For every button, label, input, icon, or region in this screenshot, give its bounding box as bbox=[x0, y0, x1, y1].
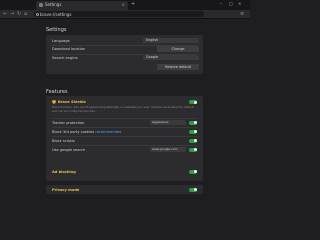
address-bar[interactable]: brave://settings bbox=[34, 11, 204, 17]
tracker-protection-label: Tracker protection bbox=[52, 121, 85, 125]
shield-icon bbox=[52, 100, 56, 104]
toggle-knob bbox=[193, 100, 197, 104]
download-location-label: Download location bbox=[52, 47, 86, 51]
search-engine-label: Search engine bbox=[52, 56, 78, 60]
recommended-badge: recommended bbox=[95, 130, 122, 134]
privacy-mode-card: Privacy mode bbox=[46, 185, 203, 194]
privacy-mode-toggle[interactable] bbox=[189, 187, 197, 192]
settings-tab-icon bbox=[39, 3, 43, 7]
block-cookies-toggle[interactable] bbox=[189, 129, 197, 134]
menu-icon[interactable]: ≡ bbox=[240, 10, 244, 18]
block-scripts-toggle[interactable] bbox=[189, 138, 197, 143]
divider bbox=[52, 145, 197, 146]
search-engine-select[interactable]: Google bbox=[143, 55, 199, 60]
title-bar: Settings × + – □ × bbox=[0, 0, 250, 10]
restore-default-button[interactable]: Restore default bbox=[157, 64, 199, 70]
divider bbox=[52, 136, 197, 137]
reload-button[interactable]: ↻ bbox=[17, 10, 21, 18]
tab-settings[interactable]: Settings × bbox=[36, 1, 128, 10]
tracker-protection-toggle[interactable] bbox=[189, 120, 197, 125]
maximize-button[interactable]: □ bbox=[229, 1, 233, 6]
home-button[interactable]: ⌂ bbox=[24, 10, 27, 18]
brave-shields-toggle[interactable] bbox=[189, 100, 197, 104]
tab-close-icon[interactable]: × bbox=[122, 2, 125, 7]
use-google-search-label: Use google search bbox=[52, 148, 86, 152]
language-select[interactable]: English bbox=[143, 38, 199, 43]
minimize-button[interactable]: – bbox=[220, 1, 222, 6]
change-download-button[interactable]: Change bbox=[157, 46, 199, 52]
block-cookies-text: Block 3rd party cookies bbox=[52, 130, 95, 134]
tracker-protection-select[interactable]: Aggressive bbox=[150, 120, 186, 125]
divider bbox=[52, 118, 197, 119]
new-tab-button[interactable]: + bbox=[131, 1, 135, 7]
divider bbox=[52, 127, 197, 128]
ad-blocking-toggle[interactable] bbox=[189, 169, 197, 174]
general-settings-card: Language English Download location Chang… bbox=[46, 35, 203, 74]
settings-page: Settings Language English Download locat… bbox=[0, 19, 250, 200]
features-heading: Features bbox=[46, 89, 68, 95]
back-button[interactable]: ← bbox=[3, 10, 7, 18]
toggle-knob bbox=[193, 130, 197, 133]
google-search-toggle[interactable] bbox=[189, 147, 197, 152]
block-cookies-label: Block 3rd party cookies recommended bbox=[52, 130, 121, 134]
ad-blocking-card: Ad blocking bbox=[46, 167, 203, 176]
toggle-knob bbox=[193, 148, 197, 151]
privacy-mode-label: Privacy mode bbox=[52, 187, 80, 192]
block-scripts-label: Block scripts bbox=[52, 139, 75, 143]
toggle-knob bbox=[193, 139, 197, 142]
close-window-button[interactable]: × bbox=[238, 1, 241, 6]
tab-label: Settings bbox=[45, 2, 62, 7]
toggle-knob bbox=[193, 170, 197, 173]
google-search-select[interactable]: www.google.com bbox=[150, 147, 186, 152]
brave-shields-description: Block trackers, ads, and fingerprinting … bbox=[52, 105, 194, 113]
ad-blocking-label: Ad blocking bbox=[52, 169, 76, 174]
forward-button[interactable]: → bbox=[10, 10, 14, 18]
url-text: brave://settings bbox=[40, 11, 72, 17]
site-info-icon[interactable] bbox=[36, 12, 39, 16]
toggle-knob bbox=[193, 121, 197, 124]
language-label: Language bbox=[52, 39, 70, 43]
toggle-knob bbox=[193, 188, 197, 191]
brave-shields-title: Brave Shields bbox=[58, 100, 86, 104]
settings-heading: Settings bbox=[46, 27, 67, 33]
